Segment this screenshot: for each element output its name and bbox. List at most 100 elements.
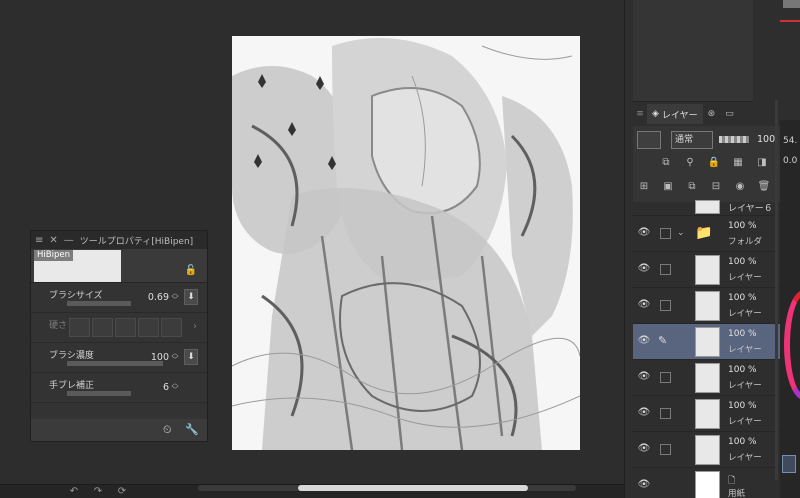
stabilization-row: 手ブレ補正 6 ︿ ﹀ — [31, 373, 207, 403]
spin-icon[interactable]: ︿ ﹀ — [170, 350, 180, 364]
drawing-canvas[interactable] — [232, 36, 580, 450]
strip-value[interactable]: 0.0 — [783, 156, 797, 166]
reset-icon[interactable]: ⏲ — [163, 423, 172, 437]
brush-size-row: ブラシサイズ 0.69 ︿ ﹀ ⬇ — [31, 283, 207, 313]
panel-title: ツールプロパティ[HiBipen] — [79, 236, 194, 247]
eye-icon[interactable]: 👁 — [637, 263, 651, 274]
layer-item[interactable]: 👁 100 % レイヤー ≡ — [633, 288, 795, 324]
spin-icon[interactable]: ︿ ﹀ — [170, 380, 180, 394]
panel-footer: ⏲ 🔧 — [31, 419, 207, 441]
layer-list: レイヤー６ 👁 ⌄ 📁 100 % フォルダ ≡ 👁 100 % レイヤー ≡ — [633, 198, 795, 498]
brush-density-value[interactable]: 100 — [151, 352, 169, 363]
layers-icon: ◈ — [652, 109, 659, 119]
reference-icon[interactable]: ⚲ — [683, 156, 697, 170]
layer-thumbnail — [695, 255, 720, 285]
brush-size-value[interactable]: 0.69 — [148, 292, 169, 303]
checkbox[interactable] — [660, 228, 671, 239]
stabilization-slider[interactable] — [67, 391, 131, 396]
stabilization-label: 手ブレ補正 — [49, 381, 95, 391]
mask-add-icon[interactable]: ◉ — [733, 180, 747, 194]
scroll-thumb[interactable] — [298, 485, 528, 491]
eye-icon[interactable]: 👁 — [637, 479, 651, 490]
eye-icon[interactable]: 👁 — [637, 227, 651, 238]
layer-item[interactable]: レイヤー６ — [633, 198, 795, 216]
folder-icon: 📁 — [695, 225, 713, 241]
layer-name: レイヤー — [728, 309, 762, 319]
horizontal-scrollbar[interactable] — [198, 485, 576, 491]
spin-icon[interactable]: ︿ ﹀ — [170, 290, 180, 304]
tab-other-2[interactable]: ▭ — [720, 104, 739, 124]
lock-icon[interactable]: 🔒 — [707, 156, 721, 170]
merge-icon[interactable]: ⊟ — [709, 180, 723, 194]
app-window: ↶ ↷ ⟳ ≡ ✕ — ツールプロパティ[HiBipen] HiBipen 🔓 … — [0, 0, 800, 498]
checkbox[interactable] — [660, 408, 671, 419]
blend-mode-select[interactable]: 通常 — [671, 131, 713, 149]
new-layer-icon[interactable]: ⊞ — [637, 180, 651, 194]
layer-thumbnail — [695, 471, 720, 498]
download-icon[interactable]: ⬇ — [184, 349, 198, 365]
menu-icon[interactable]: ≡ — [35, 235, 43, 246]
layer-name: レイヤー — [728, 345, 762, 355]
brush-size-slider[interactable] — [67, 301, 131, 306]
tab-label: レイヤー — [661, 110, 698, 121]
layer-scrollbar[interactable] — [775, 100, 778, 480]
lock-transparency-icon[interactable]: ▦ — [731, 156, 745, 170]
brush-name-label: HiBipen — [34, 250, 73, 261]
layer-color-box[interactable] — [637, 131, 661, 149]
layer-name: レイヤー — [728, 417, 762, 427]
eye-icon[interactable]: 👁 — [637, 407, 651, 418]
hardness-row: 硬さ › — [31, 313, 207, 343]
hardness-selector[interactable] — [69, 318, 182, 337]
checkbox[interactable] — [660, 444, 671, 455]
checkbox[interactable] — [660, 264, 671, 275]
undo-icon[interactable]: ↶ — [68, 486, 80, 498]
mask-icon[interactable]: ◨ — [755, 156, 769, 170]
new-folder-icon[interactable]: ▣ — [661, 180, 675, 194]
close-icon[interactable]: ✕ — [49, 235, 57, 246]
trash-icon[interactable]: 🗑 — [757, 180, 771, 194]
layer-name: レイヤー — [728, 273, 762, 283]
strip-value[interactable]: 54. — [783, 136, 797, 146]
stabilization-value[interactable]: 6 — [163, 382, 169, 393]
lock-icon[interactable]: 🔓 — [185, 265, 197, 276]
thumbnail — [783, 0, 800, 8]
tab-other[interactable]: ⊛ — [703, 104, 721, 124]
opacity-value[interactable]: 100 — [757, 134, 775, 145]
eye-icon[interactable]: 👁 — [637, 443, 651, 454]
color-button[interactable] — [782, 455, 796, 473]
checkbox[interactable] — [660, 372, 671, 383]
opacity-slider[interactable] — [719, 136, 749, 143]
sketch-artwork — [232, 36, 580, 450]
checkbox[interactable] — [660, 300, 671, 311]
eye-icon[interactable]: 👁 — [637, 371, 651, 382]
chevron-right-icon[interactable]: › — [193, 321, 197, 332]
paper-layer[interactable]: 👁 🗋 用紙 — [633, 468, 795, 498]
menu-icon[interactable]: ≡ — [633, 109, 647, 119]
eye-icon[interactable]: 👁 — [637, 335, 651, 346]
rotate-icon[interactable]: ⟳ — [116, 486, 128, 498]
brush-density-slider[interactable] — [67, 361, 163, 366]
download-icon[interactable]: ⬇ — [184, 289, 198, 305]
wrench-icon[interactable]: 🔧 — [185, 423, 199, 436]
tool-property-panel: ≡ ✕ — ツールプロパティ[HiBipen] HiBipen 🔓 ブラシサイズ… — [30, 230, 208, 442]
tab-layer[interactable]: ◈ レイヤー — [647, 104, 703, 124]
panel-icon: ▭ — [725, 109, 734, 119]
hardness-label: 硬さ — [49, 321, 68, 331]
eye-icon[interactable]: 👁 — [637, 299, 651, 310]
chevron-down-icon[interactable]: ⌄ — [677, 228, 685, 238]
layer-actions-row: ⊞ ▣ ⧉ ⊟ ◉ 🗑 — [637, 180, 771, 194]
redo-icon[interactable]: ↷ — [92, 486, 104, 498]
brush-density-label: ブラシ濃度 — [49, 351, 94, 361]
minimize-icon[interactable]: — — [64, 235, 74, 246]
layer-item[interactable]: 👁 100 % レイヤー ≡ — [633, 396, 795, 432]
copy-layer-icon[interactable]: ⧉ — [685, 180, 699, 194]
layer-item[interactable]: 👁 100 % レイヤー ≡ — [633, 360, 795, 396]
layer-opacity: 100 % — [728, 221, 757, 231]
layer-item-active[interactable]: 👁 ✎ 100 % レイヤー ≡ — [633, 324, 795, 360]
folder-item[interactable]: 👁 ⌄ 📁 100 % フォルダ ≡ — [633, 216, 795, 252]
layer-item[interactable]: 👁 100 % レイヤー ≡ — [633, 432, 795, 468]
layer-item[interactable]: 👁 100 % レイヤー ≡ — [633, 252, 795, 288]
layer-name: レイヤー６ — [728, 204, 773, 214]
clip-icon[interactable]: ⧉ — [659, 156, 673, 170]
layer-thumbnail — [695, 435, 720, 465]
